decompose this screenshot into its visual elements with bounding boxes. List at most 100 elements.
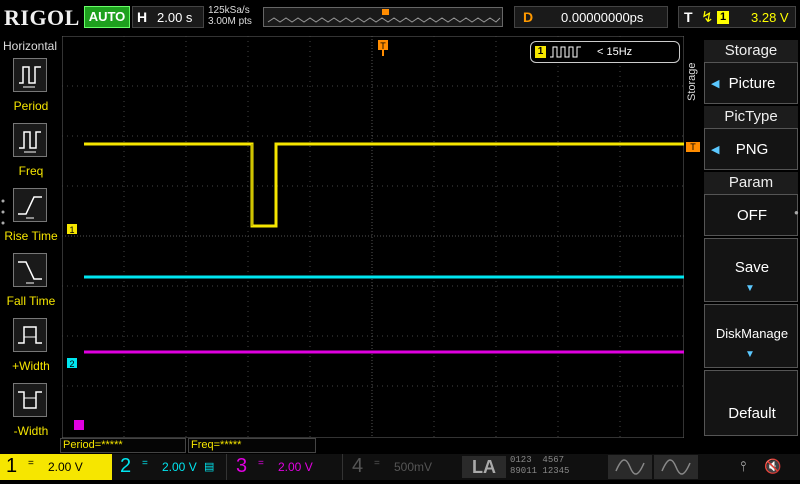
logic-channel-groups[interactable]: 0123 4567 89011 12345 xyxy=(510,455,602,479)
trigger-position-label: T xyxy=(380,41,386,51)
waveform-display[interactable]: T 1 2 xyxy=(62,36,684,438)
freq-measurement[interactable]: Freq=***** xyxy=(188,438,316,453)
neg-width-icon xyxy=(13,383,47,417)
default-label: Default xyxy=(728,405,776,422)
run-mode-button[interactable]: AUTO xyxy=(84,6,130,28)
ch1-offset-label: 1 xyxy=(69,225,74,235)
ch3-offset-marker[interactable] xyxy=(74,420,84,430)
ch4-coupling: = xyxy=(374,458,380,469)
la-group-3: 12345 xyxy=(542,466,570,476)
menu-side-label: Storage xyxy=(686,62,698,102)
measure-item-period[interactable]: Period xyxy=(0,58,62,120)
memory-overview-bar[interactable] xyxy=(263,7,503,27)
delay-key: D xyxy=(523,9,534,25)
pictype-value: PNG xyxy=(735,141,769,158)
measure-category-title[interactable]: Horizontal xyxy=(0,39,60,53)
measure-item-pos-width[interactable]: +Width xyxy=(0,318,62,380)
ch3-number: 3 xyxy=(236,455,248,477)
ch1-number: 1 xyxy=(6,455,18,477)
sine-wave-icon xyxy=(661,459,691,475)
measure-item-label: Rise Time xyxy=(4,229,58,243)
sidebar-scroll-dots[interactable] xyxy=(1,198,5,228)
pictype-title: PicType xyxy=(704,106,798,128)
la-group-1: 4567 xyxy=(542,455,565,465)
measure-item-label: +Width xyxy=(12,359,50,373)
generator-1-button[interactable] xyxy=(608,455,652,479)
measure-item-label: Period xyxy=(13,99,49,113)
timebase-value: 2.00 s xyxy=(157,10,193,25)
rising-edge-icon: ↯ xyxy=(701,9,714,26)
down-triangle-icon: ▼ xyxy=(745,283,755,294)
ch1-offset-marker[interactable]: 1 xyxy=(67,224,77,235)
measure-item-neg-width[interactable]: -Width xyxy=(0,383,62,445)
memory-depth: 3.00M pts xyxy=(208,16,252,27)
freq-icon xyxy=(13,123,47,157)
ch2-number: 2 xyxy=(120,455,132,477)
default-button[interactable]: Default xyxy=(704,370,798,436)
counter-channel: 1 xyxy=(535,46,546,58)
diskmanage-label: DiskManage xyxy=(715,326,789,341)
screen-grid xyxy=(62,36,684,438)
delay-value: 0.00000000ps xyxy=(561,10,644,25)
generator-2-button[interactable] xyxy=(654,455,698,479)
frequency-counter-badge[interactable]: 1 < 15Hz xyxy=(530,41,680,63)
measure-item-label: Freq xyxy=(18,164,44,178)
ch3-status[interactable]: 3 = 2.00 V xyxy=(230,454,343,480)
horizontal-key: H xyxy=(137,9,148,25)
trigger-key: T xyxy=(684,9,693,25)
sample-rate: 125kSa/s xyxy=(208,5,250,16)
trigger-source-channel: 1 xyxy=(717,11,729,24)
ch4-scale: 500mV xyxy=(394,460,433,474)
param-scroll-dot: ● xyxy=(794,208,799,217)
ch4-number: 4 xyxy=(352,455,364,477)
measure-item-fall-time[interactable]: Fall Time xyxy=(0,253,62,315)
trigger-level-marker[interactable]: T xyxy=(686,142,700,152)
ch1-status[interactable]: 1 = 2.00 V xyxy=(0,454,112,480)
rise-time-icon xyxy=(13,188,47,222)
horizontal-timebase-box[interactable]: H 2.00 s xyxy=(132,6,204,28)
trigger-level-value: 3.28 V xyxy=(751,10,789,25)
param-title: Param xyxy=(704,172,798,194)
measure-item-label: Fall Time xyxy=(6,294,56,308)
param-value: OFF xyxy=(737,207,767,224)
measure-item-rise-time[interactable]: Rise Time xyxy=(0,188,62,250)
square-wave-icon xyxy=(550,46,581,58)
memory-trigger-marker xyxy=(382,9,389,15)
ch2-offset-label: 2 xyxy=(69,359,74,369)
measure-item-freq[interactable]: Freq xyxy=(0,123,62,185)
counter-value: < 15Hz xyxy=(597,46,633,58)
ch1-scale: 2.00 V xyxy=(48,460,83,474)
speaker-muted-icon[interactable]: 🔇 xyxy=(764,458,786,476)
storage-type-value: Picture xyxy=(728,75,776,92)
bandwidth-limit-icon: ▤ xyxy=(204,461,215,473)
ch3-scale: 2.00 V xyxy=(278,460,313,474)
save-button[interactable]: Save ▼ xyxy=(704,238,798,302)
ch2-status[interactable]: 2 = 2.00 V ▤ xyxy=(114,454,227,480)
param-button[interactable]: OFF xyxy=(704,194,798,236)
save-label: Save xyxy=(734,259,770,276)
ch2-scale: 2.00 V xyxy=(162,460,197,474)
trigger-box[interactable]: T ↯ 1 3.28 V xyxy=(678,6,796,28)
ch1-coupling: = xyxy=(28,458,34,469)
ch2-coupling: = xyxy=(142,458,148,469)
period-icon xyxy=(13,58,47,92)
brand-logo: RIGOL xyxy=(4,5,80,30)
ch3-coupling: = xyxy=(258,458,264,469)
storage-menu-title: Storage xyxy=(704,40,798,62)
acquisition-info: 125kSa/s 3.00M pts xyxy=(208,5,252,27)
pictype-button[interactable]: ◀ PNG xyxy=(704,128,798,170)
ch2-offset-marker[interactable]: 2 xyxy=(67,358,77,369)
pos-width-icon xyxy=(13,318,47,352)
la-group-0: 0123 xyxy=(510,455,532,465)
measure-item-label: -Width xyxy=(13,424,49,438)
usb-icon: ⫯ xyxy=(740,458,747,474)
memory-overview-waveform xyxy=(267,9,501,23)
diskmanage-button[interactable]: DiskManage ▼ xyxy=(704,304,798,368)
la-group-2: 89011 xyxy=(510,466,538,476)
down-triangle-icon: ▼ xyxy=(745,349,755,360)
period-measurement[interactable]: Period=***** xyxy=(60,438,186,453)
delay-box[interactable]: D 0.00000000ps xyxy=(514,6,668,28)
ch4-status[interactable]: 4 = 500mV xyxy=(346,454,458,480)
logic-analyzer-button[interactable]: LA xyxy=(462,456,506,478)
storage-type-button[interactable]: ◀ Picture xyxy=(704,62,798,104)
